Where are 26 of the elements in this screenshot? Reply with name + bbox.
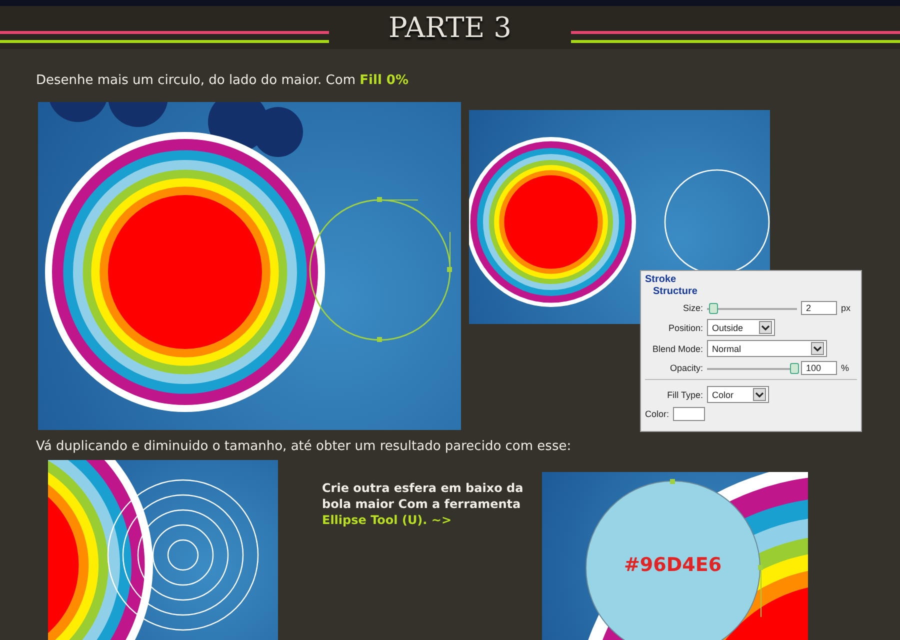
unit-label: px bbox=[841, 303, 851, 314]
position-dropdown[interactable]: Outside bbox=[707, 319, 775, 336]
panel-title: Stroke bbox=[645, 274, 678, 286]
section-title: PARTE 3 bbox=[388, 11, 512, 44]
color-swatch[interactable] bbox=[673, 407, 706, 422]
caret-icon bbox=[811, 342, 824, 356]
section-heading: Structure bbox=[652, 286, 698, 298]
slider-thumb[interactable] bbox=[708, 302, 718, 314]
instruction-text: Crie outra esfera em baixo da bola maior Com a ferramenta Ellipse Tool (U). ~> bbox=[322, 480, 524, 529]
slider-thumb[interactable] bbox=[790, 362, 799, 374]
caret-icon bbox=[759, 321, 772, 334]
field-label: Size: bbox=[682, 303, 703, 314]
size-input[interactable]: 2 bbox=[801, 301, 837, 316]
fill-type-dropdown[interactable]: Color bbox=[707, 386, 769, 404]
opacity-input[interactable]: 100 bbox=[801, 361, 837, 376]
instruction-text: Vá duplicando e diminuido o tamanho, até obter um resultado parecido com esse: bbox=[36, 439, 572, 456]
field-label: Position: bbox=[667, 322, 703, 333]
field-label: Opacity: bbox=[668, 363, 703, 374]
field-label: Blend Mode: bbox=[651, 344, 703, 354]
field-label: Fill Type: bbox=[666, 390, 703, 400]
caret-icon bbox=[753, 388, 766, 402]
field-label: Color: bbox=[645, 409, 670, 420]
unit-label: % bbox=[841, 363, 850, 374]
instruction-text: Desenhe mais um circulo, do lado do maior. Com Fill 0% bbox=[36, 73, 410, 90]
color-code-label: #96D4E6 bbox=[624, 554, 722, 576]
blend-mode-dropdown[interactable]: Normal bbox=[707, 340, 827, 358]
